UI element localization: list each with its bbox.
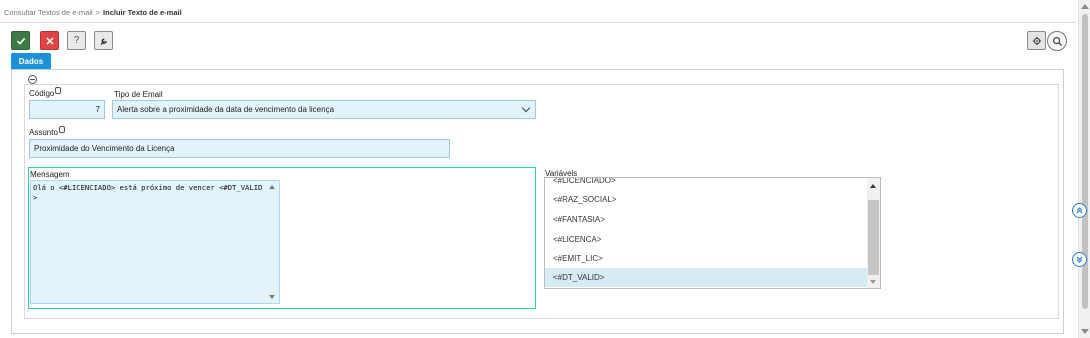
scroll-down-arrow-icon[interactable]	[1081, 329, 1089, 334]
page: Consultar Textos de e-mail > Incluir Texto…	[0, 0, 1090, 338]
mensagem-value: Olá o <#LICENCIADO> está próximo de venc…	[33, 183, 263, 202]
mensagem-label: Mensagem	[30, 170, 70, 179]
tab-dados[interactable]: Dados	[11, 53, 51, 70]
list-item[interactable]: <#RAZ_SOCIAL>	[545, 190, 868, 209]
gear-icon	[1032, 36, 1041, 45]
scroll-up-arrow-icon[interactable]	[1081, 4, 1089, 9]
list-item[interactable]: <#EMIT_LIC>	[545, 249, 868, 268]
mensagem-textarea[interactable]: Olá o <#LICENCIADO> está próximo de venc…	[30, 180, 280, 304]
list-item[interactable]: <#LICENCIADO>	[545, 178, 868, 190]
codigo-value: 7	[95, 105, 100, 114]
scroll-down-arrow-icon[interactable]	[870, 280, 876, 284]
assunto-label-wrap: Assunto	[29, 126, 65, 137]
breadcrumb-link-consultar[interactable]: Consultar Textos de e-mail	[4, 8, 93, 17]
codigo-label: Código	[29, 89, 55, 98]
chevron-down-icon	[521, 103, 531, 113]
tipo-email-select[interactable]: Alerta sobre a proximidade da data de ve…	[112, 100, 536, 119]
breadcrumb: Consultar Textos de e-mail > Incluir Texto…	[4, 8, 182, 17]
search-icon	[1052, 36, 1062, 46]
help-button[interactable]: ?	[67, 31, 86, 50]
header-divider	[0, 22, 1076, 23]
assunto-label: Assunto	[29, 128, 58, 137]
assunto-value: Proximidade do Vencimento da Licença	[34, 144, 175, 153]
scroll-top-button[interactable]	[1072, 203, 1087, 218]
codigo-label-wrap: Código	[29, 87, 62, 98]
scroll-bottom-button[interactable]	[1072, 252, 1087, 267]
tipo-email-label: Tipo de Email	[114, 90, 163, 99]
list-item[interactable]: <#FANTASIA>	[545, 210, 868, 229]
variaveis-list[interactable]: <#LICENCIADO> <#RAZ_SOCIAL> <#FANTASIA> …	[544, 177, 881, 289]
check-icon	[16, 37, 25, 45]
cancel-button[interactable]	[40, 31, 59, 50]
list-item-selected[interactable]: <#DT_VALID>	[545, 268, 868, 287]
search-button[interactable]	[1047, 31, 1067, 51]
help-label: ?	[73, 35, 80, 46]
double-chevron-up-icon	[1076, 207, 1083, 214]
list-item[interactable]: <#LICENCA>	[545, 230, 868, 249]
close-icon	[45, 36, 54, 45]
collapse-icon[interactable]	[28, 75, 37, 84]
scroll-up-arrow-icon[interactable]	[269, 185, 275, 189]
settings-button[interactable]	[1027, 31, 1046, 50]
codigo-field[interactable]: 7	[29, 100, 105, 119]
confirm-button[interactable]	[11, 31, 30, 50]
variaveis-scrollbar[interactable]	[867, 178, 880, 288]
scroll-thumb[interactable]	[868, 200, 879, 275]
double-chevron-down-icon	[1076, 256, 1083, 263]
page-scrollbar[interactable]	[1078, 0, 1090, 338]
assunto-field[interactable]: Proximidade do Vencimento da Licença	[29, 139, 450, 158]
tipo-email-value: Alerta sobre a proximidade da data de ve…	[117, 105, 335, 114]
tab-dados-label: Dados	[18, 57, 44, 66]
mensagem-scrollbar[interactable]	[266, 181, 279, 303]
tools-button[interactable]	[94, 31, 113, 50]
copy-icon[interactable]	[55, 87, 62, 94]
breadcrumb-current: Incluir Texto de e-mail	[103, 8, 182, 17]
scroll-down-arrow-icon[interactable]	[269, 295, 275, 299]
breadcrumb-separator: >	[95, 8, 101, 17]
copy-icon[interactable]	[58, 126, 65, 133]
scroll-up-arrow-icon[interactable]	[870, 184, 876, 188]
wrench-icon	[100, 38, 107, 45]
